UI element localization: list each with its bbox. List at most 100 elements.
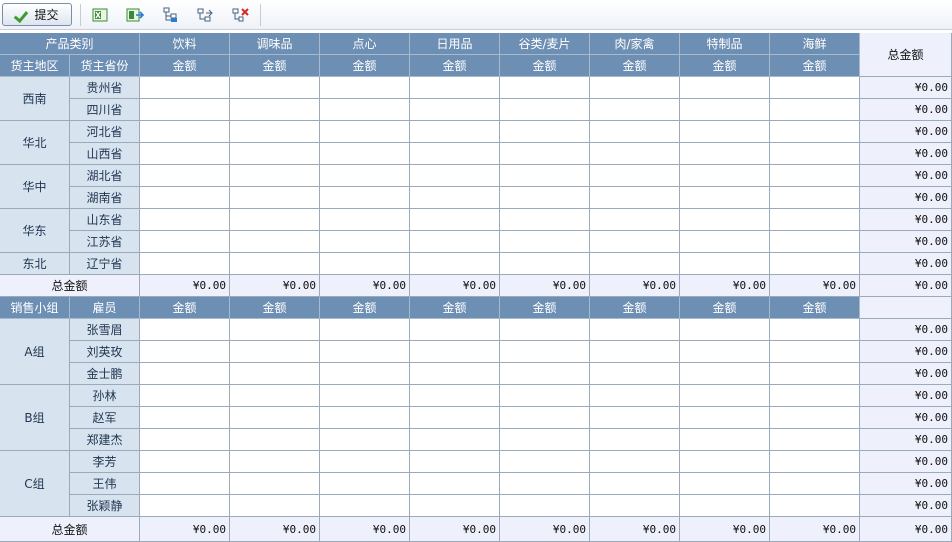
amount-input-cell[interactable] (230, 99, 320, 121)
amount-input-cell[interactable] (770, 143, 860, 165)
amount-input-cell[interactable] (770, 473, 860, 495)
amount-input-cell[interactable] (680, 209, 770, 231)
amount-input-cell[interactable] (680, 473, 770, 495)
amount-input-cell[interactable] (410, 99, 500, 121)
amount-input-cell[interactable] (770, 231, 860, 253)
amount-input-cell[interactable] (500, 341, 590, 363)
amount-input-cell[interactable] (770, 121, 860, 143)
amount-input-cell[interactable] (590, 209, 680, 231)
amount-input-cell[interactable] (680, 429, 770, 451)
amount-input-cell[interactable] (410, 143, 500, 165)
amount-input-cell[interactable] (410, 121, 500, 143)
amount-input-cell[interactable] (410, 77, 500, 99)
amount-input-cell[interactable] (680, 143, 770, 165)
amount-input-cell[interactable] (230, 495, 320, 517)
amount-input-cell[interactable] (320, 473, 410, 495)
amount-input-cell[interactable] (410, 429, 500, 451)
amount-input-cell[interactable] (770, 363, 860, 385)
amount-input-cell[interactable] (680, 187, 770, 209)
tree-link-icon[interactable] (196, 6, 214, 23)
amount-input-cell[interactable] (680, 385, 770, 407)
amount-input-cell[interactable] (320, 319, 410, 341)
amount-input-cell[interactable] (500, 187, 590, 209)
amount-input-cell[interactable] (410, 253, 500, 275)
amount-input-cell[interactable] (410, 165, 500, 187)
amount-input-cell[interactable] (140, 143, 230, 165)
amount-input-cell[interactable] (140, 187, 230, 209)
amount-input-cell[interactable] (590, 495, 680, 517)
amount-input-cell[interactable] (590, 231, 680, 253)
amount-input-cell[interactable] (410, 209, 500, 231)
amount-input-cell[interactable] (140, 495, 230, 517)
amount-input-cell[interactable] (770, 209, 860, 231)
excel-export-icon[interactable] (91, 6, 109, 23)
amount-input-cell[interactable] (410, 319, 500, 341)
amount-input-cell[interactable] (770, 385, 860, 407)
amount-input-cell[interactable] (770, 187, 860, 209)
amount-input-cell[interactable] (500, 319, 590, 341)
amount-input-cell[interactable] (500, 407, 590, 429)
amount-input-cell[interactable] (680, 363, 770, 385)
amount-input-cell[interactable] (770, 99, 860, 121)
amount-input-cell[interactable] (500, 209, 590, 231)
amount-input-cell[interactable] (320, 165, 410, 187)
amount-input-cell[interactable] (500, 473, 590, 495)
amount-input-cell[interactable] (590, 143, 680, 165)
amount-input-cell[interactable] (410, 495, 500, 517)
amount-input-cell[interactable] (140, 77, 230, 99)
amount-input-cell[interactable] (140, 385, 230, 407)
amount-input-cell[interactable] (500, 165, 590, 187)
amount-input-cell[interactable] (590, 253, 680, 275)
amount-input-cell[interactable] (590, 451, 680, 473)
amount-input-cell[interactable] (320, 77, 410, 99)
amount-input-cell[interactable] (410, 407, 500, 429)
amount-input-cell[interactable] (320, 407, 410, 429)
amount-input-cell[interactable] (320, 99, 410, 121)
amount-input-cell[interactable] (770, 429, 860, 451)
amount-input-cell[interactable] (140, 209, 230, 231)
amount-input-cell[interactable] (680, 165, 770, 187)
amount-input-cell[interactable] (320, 341, 410, 363)
amount-input-cell[interactable] (320, 385, 410, 407)
amount-input-cell[interactable] (680, 99, 770, 121)
amount-input-cell[interactable] (140, 341, 230, 363)
amount-input-cell[interactable] (410, 451, 500, 473)
amount-input-cell[interactable] (320, 495, 410, 517)
amount-input-cell[interactable] (320, 187, 410, 209)
amount-input-cell[interactable] (500, 495, 590, 517)
amount-input-cell[interactable] (140, 165, 230, 187)
amount-input-cell[interactable] (590, 407, 680, 429)
amount-input-cell[interactable] (140, 319, 230, 341)
amount-input-cell[interactable] (230, 187, 320, 209)
amount-input-cell[interactable] (140, 451, 230, 473)
amount-input-cell[interactable] (500, 253, 590, 275)
amount-input-cell[interactable] (770, 319, 860, 341)
amount-input-cell[interactable] (770, 253, 860, 275)
amount-input-cell[interactable] (770, 341, 860, 363)
tree-expand-icon[interactable] (161, 6, 179, 23)
amount-input-cell[interactable] (590, 187, 680, 209)
amount-input-cell[interactable] (230, 341, 320, 363)
amount-input-cell[interactable] (680, 121, 770, 143)
amount-input-cell[interactable] (590, 121, 680, 143)
amount-input-cell[interactable] (410, 341, 500, 363)
amount-input-cell[interactable] (140, 121, 230, 143)
amount-input-cell[interactable] (500, 231, 590, 253)
amount-input-cell[interactable] (590, 319, 680, 341)
amount-input-cell[interactable] (680, 319, 770, 341)
amount-input-cell[interactable] (590, 341, 680, 363)
amount-input-cell[interactable] (680, 451, 770, 473)
amount-input-cell[interactable] (410, 473, 500, 495)
amount-input-cell[interactable] (410, 385, 500, 407)
amount-input-cell[interactable] (230, 121, 320, 143)
amount-input-cell[interactable] (140, 429, 230, 451)
amount-input-cell[interactable] (230, 209, 320, 231)
amount-input-cell[interactable] (590, 165, 680, 187)
amount-input-cell[interactable] (410, 231, 500, 253)
amount-input-cell[interactable] (140, 473, 230, 495)
amount-input-cell[interactable] (230, 363, 320, 385)
amount-input-cell[interactable] (500, 451, 590, 473)
amount-input-cell[interactable] (230, 77, 320, 99)
amount-input-cell[interactable] (770, 165, 860, 187)
amount-input-cell[interactable] (410, 363, 500, 385)
